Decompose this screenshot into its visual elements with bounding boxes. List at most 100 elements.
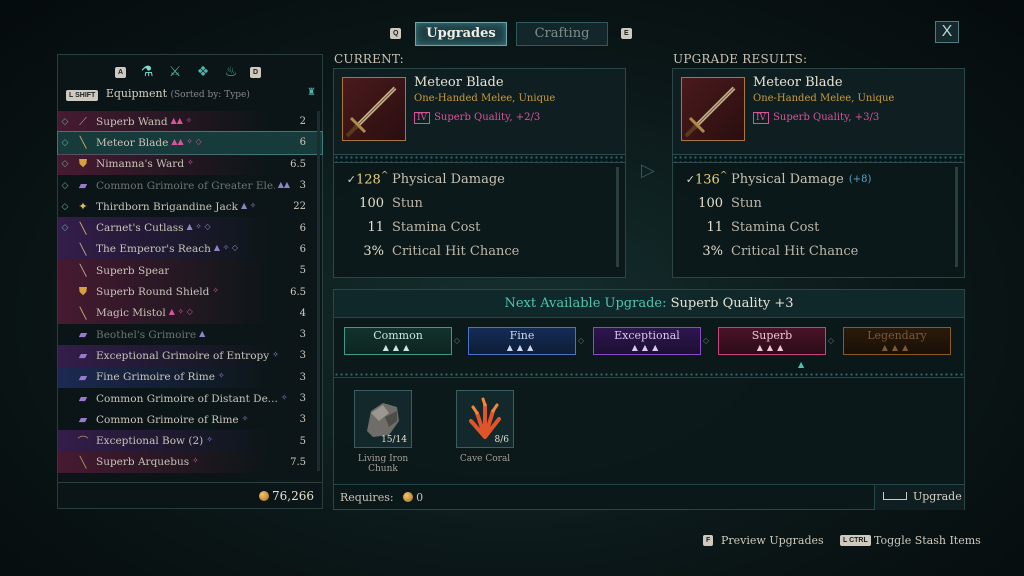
material-label: Living Iron Chunk [357,454,409,474]
armor-icon[interactable]: ❖ [194,63,212,81]
stat-number: 11 [367,219,384,235]
item-name: Common Grimoire of Rime [96,413,239,426]
item-name: Meteor Blade [96,136,169,149]
equipment-row[interactable]: ◇ ╲ Meteor Blade ▲▲ ✧ ◇ 6 [57,131,323,155]
stat-number: 100 [698,195,723,211]
stat-value: 100 [695,196,731,211]
equipment-row[interactable]: ◇ ╲ Carnet's Cutlass ▲ ✧ ◇ 6 [58,217,322,239]
stat-label: Physical Damage [392,171,505,187]
current-header: Meteor Blade One-Handed Melee, Unique IV… [334,69,625,155]
stat-number: 3% [363,243,384,259]
equipment-panel: A ⚗ ⚔ ❖ ♨ D L SHIFT Equipment (Sorted by… [57,54,323,509]
results-panel: Meteor Blade One-Handed Melee, Unique IV… [672,68,965,278]
equipment-row[interactable]: ⛊ Superb Round Shield ✧ 6.5 [58,281,322,303]
tier-common: Common ▲▲▲ [344,327,452,355]
stat-label: Stun [392,195,423,211]
material-cave-coral[interactable]: 8/6 [456,390,514,448]
equipment-header: L SHIFT Equipment (Sorted by: Type) ♜ [66,87,316,105]
stat-label: Physical Damage [731,171,844,187]
equipment-row[interactable]: ▰ Common Grimoire of Rime ✧ 3 [58,409,322,430]
current-quality: IV Superb Quality, +2/3 [414,112,540,124]
close-button[interactable]: X [935,21,959,43]
item-name: Carnet's Cutlass [96,222,184,235]
equipment-row[interactable]: ◇ ▰ Common Grimoire of Greater Ele... ▲▲ 3 [58,175,322,196]
equipment-row[interactable]: ╲ Superb Spear 5 [58,260,322,282]
tier-badge: IV [414,112,431,124]
equipment-row[interactable]: ▰ Common Grimoire of Distant De... ✧ 3 [58,388,322,409]
results-scrollbar[interactable] [955,167,958,267]
equipped-marker-icon: ◇ [61,116,69,127]
equipment-scrollbar[interactable] [317,111,320,471]
item-name: Exceptional Grimoire of Entropy [96,349,270,362]
preview-upgrades-hint[interactable]: Preview Upgrades [721,534,824,547]
upgrade-button-label: Upgrade [913,490,962,503]
tab-crafting[interactable]: Crafting [516,22,608,46]
weapons-icon[interactable]: ⚔ [166,63,184,81]
shield-icon: ⛊ [78,157,88,171]
stat-number: 11 [706,219,723,235]
check-icon: ✓ [346,172,356,186]
tier-pips-icon: ▲▲▲ [881,343,913,352]
material-count: 15/14 [381,435,407,445]
current-scrollbar[interactable] [616,167,619,267]
shield-icon: ⛊ [78,285,88,299]
sort-label[interactable]: (Sorted by: Type) [171,90,250,100]
equipped-marker-icon: ◇ [61,201,69,212]
equipment-row[interactable]: ▰ Beothel's Grimoire ▲ 3 [58,324,322,345]
equipment-row[interactable]: ⌒ Exceptional Bow (2) ✧ 5 [58,430,322,452]
tier-legendary: Legendary ▲▲▲ [843,327,951,355]
tier-superb-label: Superb [751,329,793,342]
armor-icon: ✦ [78,200,88,214]
upgrade-panel: Next Available Upgrade: Superb Quality +… [333,289,965,510]
stat-value: 11 [695,220,731,235]
key-f: F [703,535,714,546]
equipment-row[interactable]: ▰ Exceptional Grimoire of Entropy ✧ 3 [58,345,322,367]
equipment-row[interactable]: ╲ Superb Arquebus ✧ 7.5 [58,451,322,474]
tier-pips-icon: ▲▲▲ [382,343,414,352]
bag-icon: ♜ [307,87,316,98]
equipment-row[interactable]: ╲ The Emperor's Reach ▲ ✧ ◇ 6 [58,238,322,261]
arrow-right-icon: ▷ [641,160,655,181]
grimoire-icon: ▰ [78,179,88,193]
item-badges-icon: ▲▲ ✧ [170,115,193,125]
item-name: Exceptional Bow (2) [96,435,204,448]
stat-value: 128^ [356,171,392,187]
item-name: The Emperor's Reach [96,243,211,256]
results-item-type: One-Handed Melee, Unique [753,93,895,104]
gold-amount: 76,266 [272,489,314,503]
upgrade-button[interactable]: Upgrade [874,484,964,510]
key-lctrl: L CTRL [840,535,871,546]
material-living-iron-chunk[interactable]: 15/14 [354,390,412,448]
stat-label: Stamina Cost [731,219,820,235]
stat-row: 3% Critical Hit Chance [673,239,964,263]
equipment-list: ◇ ⟋ Superb Wand ▲▲ ✧ 2 ◇ ╲ Meteor Blade ▲▲ ✧ ◇ 6 ◇… [57,111,323,474]
toggle-stash-hint[interactable]: Toggle Stash Items [874,534,981,547]
stat-row: 100 Stun [334,191,625,215]
sword-icon: ╲ [79,221,87,235]
requires-label: Requires: [340,491,394,504]
coin-icon [403,492,414,502]
next-upgrade-header: Next Available Upgrade: Superb Quality +… [334,290,964,318]
tier-pips-icon: ▲▲▲ [506,343,538,352]
sword-icon: ╲ [79,136,87,150]
stat-bonus: (+8) [848,173,872,185]
equipment-row[interactable]: ◇ ⛊ Nimanna's Ward ✧ 6.5 [58,153,322,175]
grimoire-icon: ▰ [78,392,88,405]
stat-row: 100 Stun [673,191,964,215]
equipment-row[interactable]: ◇ ⟋ Superb Wand ▲▲ ✧ 2 [58,111,322,133]
tab-upgrades[interactable]: Upgrades [415,22,507,46]
next-upgrade-value: Superb Quality +3 [670,296,794,311]
equipment-row[interactable]: ╲ Magic Mistol ▲ ✧ ◇ 4 [58,302,322,324]
consumables-icon[interactable]: ♨ [222,63,240,81]
item-badges-icon: ✧ [217,371,225,381]
requires-row: Requires: 0 [334,484,964,510]
equipment-row[interactable]: ◇ ✦ Thirdborn Brigandine Jack ▲ ✧ 22 [58,196,322,217]
stat-number: 136 [695,172,720,188]
equipment-row[interactable]: ▰ Fine Grimoire of Rime ✧ 3 [58,366,322,388]
gold-total: 76,266 [58,482,322,508]
item-name: Superb Arquebus [96,456,190,469]
current-label: CURRENT: [334,52,404,66]
results-quality: IV Superb Quality, +3/3 [753,112,879,124]
tier-exceptional-label: Exceptional [614,329,680,342]
all-items-icon[interactable]: ⚗ [138,63,156,81]
